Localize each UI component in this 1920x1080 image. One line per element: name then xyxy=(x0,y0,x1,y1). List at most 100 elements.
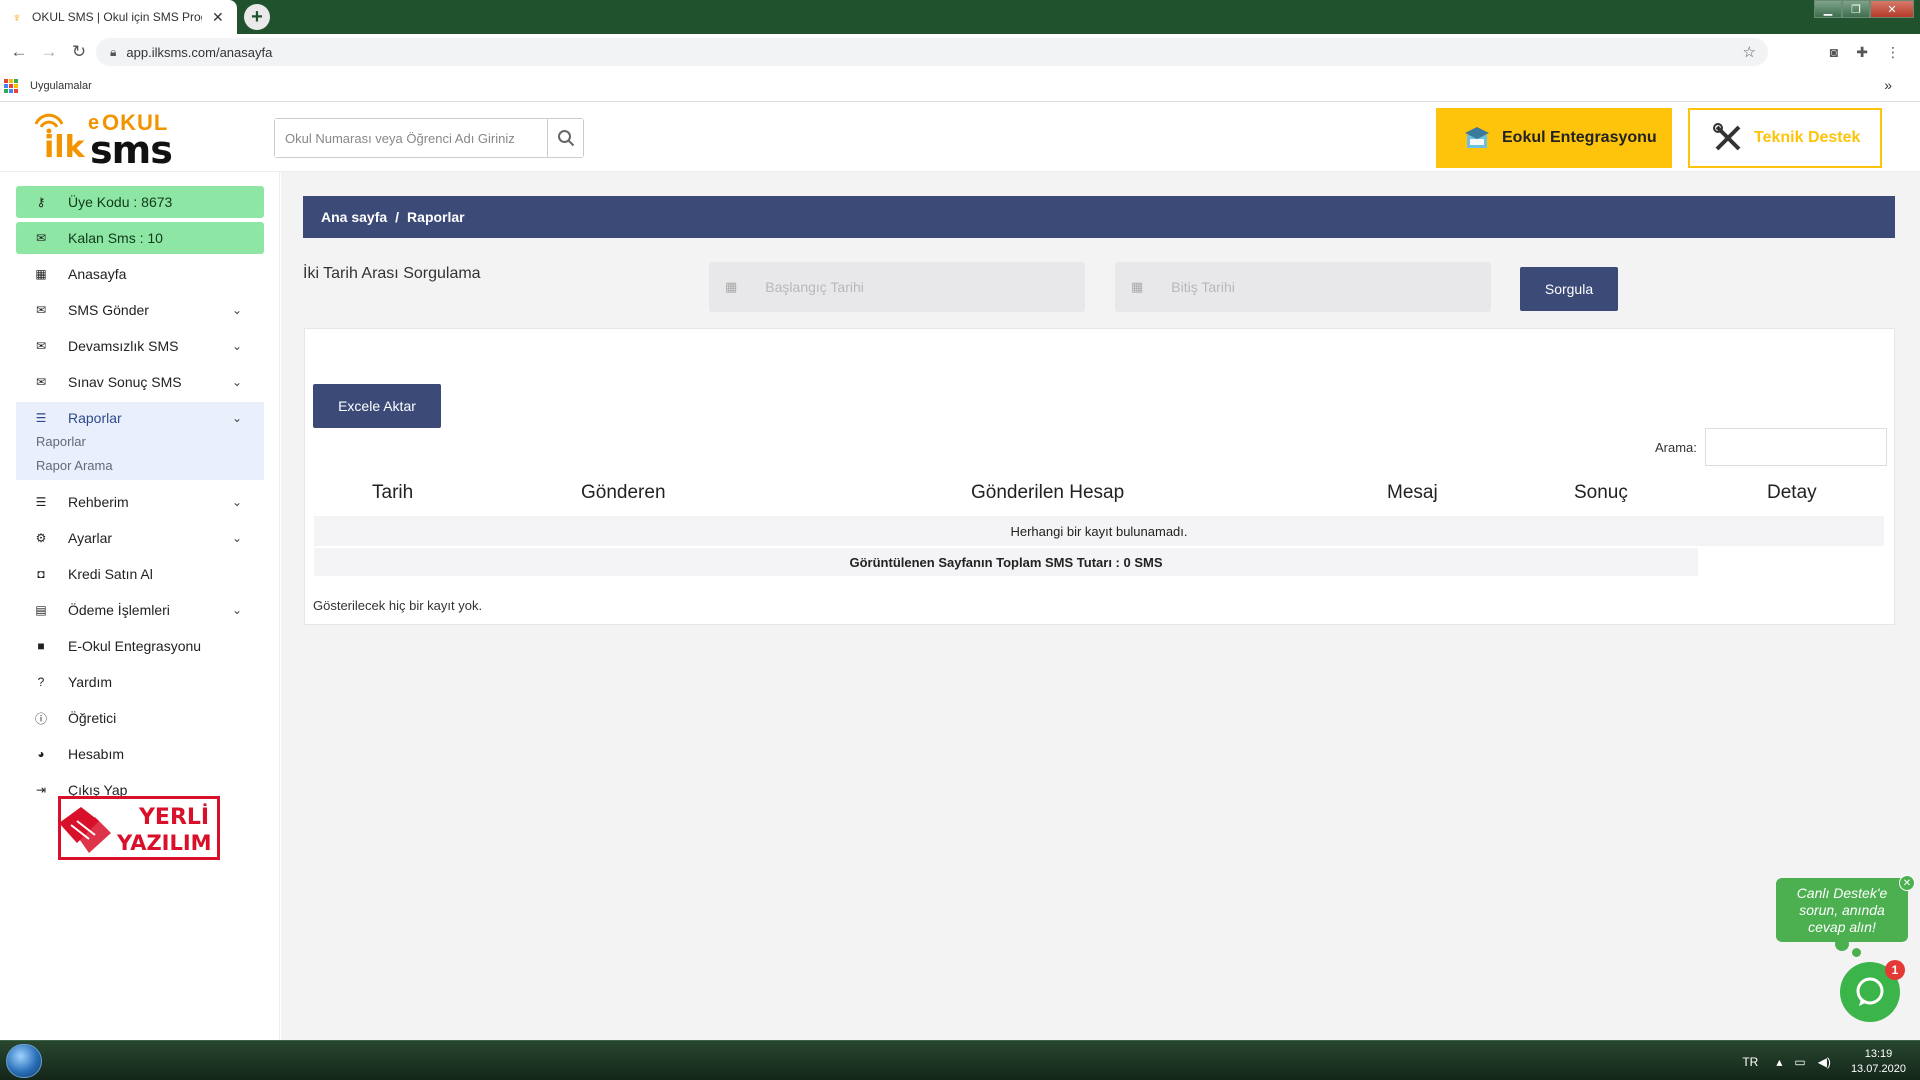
key-icon: ⚷ xyxy=(36,195,46,209)
extensions-icon[interactable]: ✚ xyxy=(1856,44,1868,61)
empty-table-message: Gösterilecek hiç bir kayıt yok. xyxy=(313,598,483,613)
chat-unread-badge: 1 xyxy=(1885,960,1905,980)
student-search xyxy=(274,118,584,158)
clock[interactable]: 13:19 13.07.2020 xyxy=(1851,1047,1906,1077)
sidebar-item-sinav-sonuc-sms[interactable]: ✉ Sınav Sonuç SMS ⌄ xyxy=(16,366,264,398)
column-header-gonderilen-hesap[interactable]: Gönderilen Hesap xyxy=(971,482,1124,504)
envelope-icon: ✉ xyxy=(35,339,47,353)
money-icon: ◘ xyxy=(37,567,45,581)
folder-icon: ■ xyxy=(37,639,45,653)
info-icon: ⓘ xyxy=(34,711,47,726)
column-header-detay[interactable]: Detay xyxy=(1767,482,1817,504)
sidebar-item-yardim[interactable]: ? Yardım xyxy=(16,666,264,698)
sidebar-item-label: Hesabım xyxy=(68,746,125,762)
sidebar-item-odeme-islemleri[interactable]: ▤ Ödeme İşlemleri ⌄ xyxy=(16,594,264,626)
app-header: e OKUL ilk sms Eokul Entegrasyonu Teknik… xyxy=(0,102,1920,172)
column-header-mesaj[interactable]: Mesaj xyxy=(1387,482,1438,504)
system-tray: TR ▴ ▭ ◀) 13:19 13.07.2020 xyxy=(1742,1047,1906,1077)
date-range-query-label: İki Tarih Arası Sorgulama xyxy=(303,265,481,282)
reload-icon[interactable]: ↻ xyxy=(68,42,90,62)
sidebar-item-label: Sınav Sonuç SMS xyxy=(68,374,182,390)
submenu-item-raporlar[interactable]: Raporlar xyxy=(36,434,86,449)
new-tab-button[interactable]: + xyxy=(244,4,270,30)
column-header-tarih[interactable]: Tarih xyxy=(372,482,413,504)
menu-kebab-icon[interactable]: ⋮ xyxy=(1886,44,1900,61)
remaining-sms-badge: ✉ Kalan Sms : 10 xyxy=(16,222,264,254)
volume-icon[interactable]: ◀) xyxy=(1818,1055,1831,1069)
sidebar-item-label: Anasayfa xyxy=(68,266,127,282)
breadcrumb-current: Raporlar xyxy=(407,209,465,225)
tab-title: OKUL SMS | Okul için SMS Programı xyxy=(32,10,202,24)
yerli-yazilim-badge: YERLİ YAZILIM xyxy=(58,796,220,860)
list-icon: ☰ xyxy=(35,495,47,509)
start-button[interactable] xyxy=(6,1044,42,1078)
sidebar-item-ogretici[interactable]: ⓘ Öğretici xyxy=(16,702,264,734)
chevron-down-icon: ⌄ xyxy=(231,339,242,353)
remaining-sms-label: Kalan Sms : 10 xyxy=(68,230,163,246)
search-button[interactable] xyxy=(547,119,583,157)
tab-close-icon[interactable]: ✕ xyxy=(212,9,224,26)
sidebar-item-label: Raporlar xyxy=(68,410,122,426)
query-button[interactable]: Sorgula xyxy=(1520,267,1618,311)
bookmark-star-icon[interactable]: ☆ xyxy=(1743,43,1756,61)
breadcrumb-home[interactable]: Ana sayfa xyxy=(321,209,387,225)
table-search-label: Arama: xyxy=(1655,440,1697,455)
maximize-icon[interactable]: ❐ xyxy=(1842,0,1870,18)
end-date-input[interactable]: ▦ Bitiş Tarihi xyxy=(1115,262,1491,312)
yazilim-text: YAZILIM xyxy=(117,831,212,855)
student-search-input[interactable] xyxy=(275,119,548,157)
eokul-integration-button[interactable]: Eokul Entegrasyonu xyxy=(1436,108,1672,168)
sidebar-item-rehberim[interactable]: ☰ Rehberim ⌄ xyxy=(16,486,264,518)
export-excel-button[interactable]: Excele Aktar xyxy=(313,384,441,428)
chat-bubble-tail-small xyxy=(1852,948,1861,957)
bookmarks-more-icon[interactable]: » xyxy=(1884,77,1892,93)
sidebar-item-label: Ödeme İşlemleri xyxy=(68,602,170,618)
sidebar-item-label: Devamsızlık SMS xyxy=(68,338,179,354)
apps-bookmark[interactable]: Uygulamalar xyxy=(30,80,92,92)
camera-icon[interactable]: ◙ xyxy=(1830,44,1838,61)
ilksms-logo[interactable]: e OKUL ilk sms xyxy=(30,108,190,172)
sidebar-item-devamsizlik-sms[interactable]: ✉ Devamsızlık SMS ⌄ xyxy=(16,330,264,362)
column-header-gonderen[interactable]: Gönderen xyxy=(581,482,666,504)
clock-date: 13.07.2020 xyxy=(1850,1063,1906,1075)
sidebar-item-anasayfa[interactable]: ▦ Anasayfa xyxy=(16,258,264,290)
gear-icon: ⚙ xyxy=(35,531,47,545)
apps-grid-icon[interactable] xyxy=(4,78,18,93)
browser-tab[interactable]: ♆ OKUL SMS | Okul için SMS Programı ✕ xyxy=(0,0,237,34)
url-text[interactable]: app.ilksms.com/anasayfa xyxy=(126,45,272,60)
live-chat-bubble[interactable]: Canlı Destek'e sorun, anında cevap alın! xyxy=(1776,878,1908,942)
column-header-sonuc[interactable]: Sonuç xyxy=(1574,482,1628,504)
minimize-icon[interactable]: ▁ xyxy=(1814,0,1842,18)
window-controls: ▁ ❐ ✕ xyxy=(1814,0,1914,18)
logo-sms: sms xyxy=(90,128,173,172)
chat-bubble-tail xyxy=(1835,937,1849,951)
sidebar-item-label: Rehberim xyxy=(68,494,129,510)
envelope-icon: ✉ xyxy=(35,375,47,389)
lock-icon[interactable]: 🔒︎ xyxy=(110,45,116,60)
sidebar-item-eokul-entegrasyonu[interactable]: ■ E-Okul Entegrasyonu xyxy=(16,630,264,662)
technical-support-button[interactable]: Teknik Destek xyxy=(1688,108,1882,168)
sidebar-item-label: Öğretici xyxy=(68,710,117,726)
submenu-item-rapor-arama[interactable]: Rapor Arama xyxy=(36,458,113,473)
start-date-input[interactable]: ▦ Başlangıç Tarihi xyxy=(709,262,1085,312)
sidebar-item-hesabim[interactable]: ◕ Hesabım xyxy=(16,738,264,770)
no-records-row: Herhangi bir kayıt bulunamadı. xyxy=(314,516,1884,546)
sidebar-item-kredi-satin-al[interactable]: ◘ Kredi Satın Al xyxy=(16,558,264,590)
sidebar-item-sms-gonder[interactable]: ✉ SMS Gönder ⌄ xyxy=(16,294,264,326)
reports-panel xyxy=(304,328,1895,625)
window-close-icon[interactable]: ✕ xyxy=(1870,0,1914,18)
breadcrumb-separator: / xyxy=(395,209,400,225)
language-indicator[interactable]: TR xyxy=(1742,1055,1758,1069)
omnibox[interactable]: 🔒︎ app.ilksms.com/anasayfa ☆ xyxy=(96,38,1768,66)
tray-arrow-icon[interactable]: ▴ xyxy=(1776,1055,1782,1069)
sidebar-item-ayarlar[interactable]: ⚙ Ayarlar ⌄ xyxy=(16,522,264,554)
table-search-input[interactable] xyxy=(1705,428,1887,466)
list-icon: ☰ xyxy=(35,411,47,425)
address-bar-row: ← → ↻ 🔒︎ app.ilksms.com/anasayfa ☆ ◙ ✚ ⋮ xyxy=(0,34,1920,70)
chat-bubble-close-icon[interactable]: ✕ xyxy=(1899,875,1915,891)
clock-time: 13:19 xyxy=(1864,1048,1893,1060)
chevron-down-icon: ⌄ xyxy=(231,303,242,317)
network-icon[interactable]: ▭ xyxy=(1794,1055,1805,1069)
back-icon[interactable]: ← xyxy=(8,42,30,62)
forward-icon[interactable]: → xyxy=(38,42,60,62)
